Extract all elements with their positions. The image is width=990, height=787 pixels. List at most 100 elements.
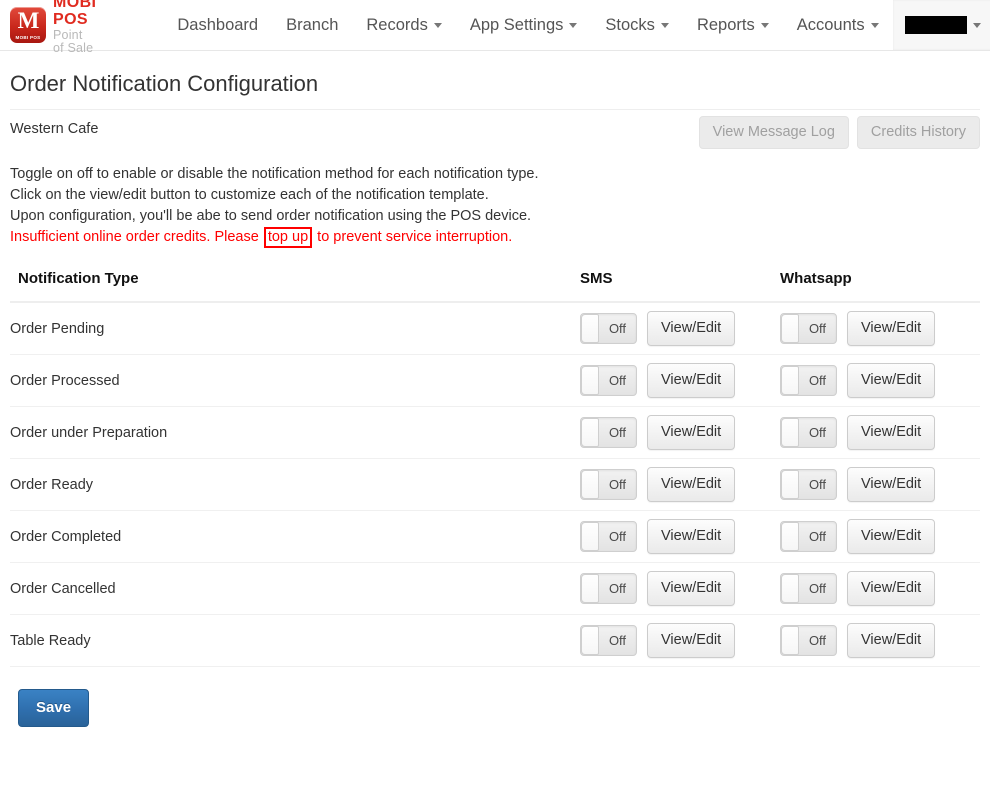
whatsapp-view-edit-button[interactable]: View/Edit	[847, 414, 936, 451]
sms-view-edit-button[interactable]: View/Edit	[647, 570, 736, 607]
toggle-knob	[781, 625, 799, 655]
nav-item-accounts[interactable]: Accounts	[783, 0, 893, 50]
nav-item-dashboard[interactable]: Dashboard	[163, 0, 272, 50]
table-header-row: Notification Type SMS Whatsapp	[10, 270, 980, 303]
top-navbar: M MOBI POS MOBI POS Point of Sale Dashbo…	[0, 0, 990, 54]
brand-title: MOBI POS	[53, 0, 97, 28]
sms-view-edit-button[interactable]: View/Edit	[647, 362, 736, 399]
sms-view-edit-button[interactable]: View/Edit	[647, 622, 736, 659]
toggle-state-label: Off	[808, 580, 827, 596]
cell-notification-type: Order Cancelled	[10, 562, 580, 615]
nav-label-dashboard: Dashboard	[177, 15, 259, 34]
credits-history-button[interactable]: Credits History	[856, 116, 980, 150]
sms-toggle-order-under-preparation[interactable]: Off	[580, 416, 637, 448]
whatsapp-view-edit-button[interactable]: View/Edit	[847, 518, 936, 555]
table-body: Order Pending Off View/Edit Off View/Edi…	[10, 302, 980, 667]
header-actions: View Message Log Credits History	[698, 116, 980, 150]
table-row: Table Ready Off View/Edit Off View/Edit	[10, 614, 980, 667]
warning-suffix-text: to prevent service interruption.	[313, 229, 513, 245]
sms-view-edit-button[interactable]: View/Edit	[647, 310, 736, 347]
cell-notification-type: Order Pending	[10, 302, 580, 355]
column-header-sms: SMS	[580, 270, 780, 303]
cell-sms: Off View/Edit	[580, 302, 780, 355]
cell-sms: Off View/Edit	[580, 406, 780, 459]
toggle-state-label: Off	[608, 580, 627, 596]
cell-whatsapp: Off View/Edit	[780, 562, 980, 615]
notification-config-table: Notification Type SMS Whatsapp Order Pen…	[10, 270, 980, 667]
sms-toggle-order-pending[interactable]: Off	[580, 312, 637, 344]
nav-items: Dashboard Branch Records App Settings St…	[163, 0, 990, 50]
sms-controls: Off View/Edit	[580, 310, 780, 347]
toggle-state-label: Off	[808, 528, 827, 544]
toggle-knob	[581, 573, 599, 603]
nav-label-app-settings: App Settings	[469, 15, 564, 34]
cell-whatsapp: Off View/Edit	[780, 354, 980, 407]
whatsapp-controls: Off View/Edit	[780, 570, 980, 607]
insufficient-credits-warning: Insufficient online order credits. Pleas…	[10, 227, 980, 248]
whatsapp-toggle-order-cancelled[interactable]: Off	[780, 572, 837, 604]
top-up-link[interactable]: top up	[263, 227, 313, 248]
cell-sms: Off View/Edit	[580, 562, 780, 615]
whatsapp-view-edit-button[interactable]: View/Edit	[847, 362, 936, 399]
cell-notification-type: Order Processed	[10, 354, 580, 407]
cell-sms: Off View/Edit	[580, 510, 780, 563]
whatsapp-toggle-order-under-preparation[interactable]: Off	[780, 416, 837, 448]
table-row: Order Ready Off View/Edit Off View/Edit	[10, 458, 980, 511]
toggle-knob	[581, 313, 599, 343]
mobi-pos-logo-icon: M MOBI POS	[10, 7, 46, 43]
sms-view-edit-button[interactable]: View/Edit	[647, 414, 736, 451]
sms-view-edit-button[interactable]: View/Edit	[647, 518, 736, 555]
whatsapp-view-edit-button[interactable]: View/Edit	[847, 466, 936, 503]
toggle-knob	[781, 313, 799, 343]
toggle-state-label: Off	[808, 424, 827, 440]
table-row: Order Cancelled Off View/Edit Off View/E…	[10, 562, 980, 615]
sms-toggle-table-ready[interactable]: Off	[580, 624, 637, 656]
nav-item-records[interactable]: Records	[352, 0, 455, 50]
sms-controls: Off View/Edit	[580, 466, 780, 503]
chevron-down-icon	[972, 22, 981, 28]
instruction-line-3: Upon configuration, you'll be abe to sen…	[10, 208, 532, 224]
nav-item-reports[interactable]: Reports	[683, 0, 783, 50]
toggle-state-label: Off	[808, 632, 827, 648]
whatsapp-toggle-order-processed[interactable]: Off	[780, 364, 837, 396]
sms-toggle-order-cancelled[interactable]: Off	[580, 572, 637, 604]
nav-label-branch: Branch	[286, 15, 339, 34]
cell-whatsapp: Off View/Edit	[780, 406, 980, 459]
whatsapp-toggle-order-pending[interactable]: Off	[780, 312, 837, 344]
nav-item-stocks[interactable]: Stocks	[591, 0, 683, 50]
column-header-whatsapp: Whatsapp	[780, 270, 980, 303]
brand-logo-link[interactable]: M MOBI POS MOBI POS Point of Sale	[10, 0, 96, 54]
whatsapp-view-edit-button[interactable]: View/Edit	[847, 570, 936, 607]
sms-toggle-order-completed[interactable]: Off	[580, 520, 637, 552]
logo-letter-m: M	[17, 8, 40, 33]
sms-controls: Off View/Edit	[580, 518, 780, 555]
toggle-state-label: Off	[608, 632, 627, 648]
sms-toggle-order-ready[interactable]: Off	[580, 468, 637, 500]
cell-whatsapp: Off View/Edit	[780, 510, 980, 563]
whatsapp-view-edit-button[interactable]: View/Edit	[847, 622, 936, 659]
whatsapp-toggle-order-completed[interactable]: Off	[780, 520, 837, 552]
nav-item-branch[interactable]: Branch	[272, 0, 352, 50]
toggle-state-label: Off	[608, 372, 627, 388]
main-content: Order Notification Configuration Western…	[0, 71, 990, 727]
cell-whatsapp: Off View/Edit	[780, 302, 980, 355]
toggle-knob	[781, 573, 799, 603]
page-title: Order Notification Configuration	[10, 71, 980, 110]
chevron-down-icon	[433, 22, 442, 28]
whatsapp-toggle-table-ready[interactable]: Off	[780, 624, 837, 656]
nav-item-user-menu[interactable]	[892, 0, 990, 50]
instruction-line-1: Toggle on off to enable or disable the n…	[10, 166, 539, 182]
whatsapp-view-edit-button[interactable]: View/Edit	[847, 310, 936, 347]
nav-label-stocks: Stocks	[605, 15, 655, 34]
save-button[interactable]: Save	[18, 689, 90, 727]
view-message-log-button[interactable]: View Message Log	[698, 116, 849, 150]
toggle-state-label: Off	[608, 320, 627, 336]
toggle-state-label: Off	[808, 320, 827, 336]
sms-toggle-order-processed[interactable]: Off	[580, 364, 637, 396]
toggle-knob	[581, 417, 599, 447]
chevron-down-icon	[870, 22, 879, 28]
whatsapp-toggle-order-ready[interactable]: Off	[780, 468, 837, 500]
nav-item-app-settings[interactable]: App Settings	[456, 0, 592, 50]
sms-view-edit-button[interactable]: View/Edit	[647, 466, 736, 503]
cell-notification-type: Order Ready	[10, 458, 580, 511]
